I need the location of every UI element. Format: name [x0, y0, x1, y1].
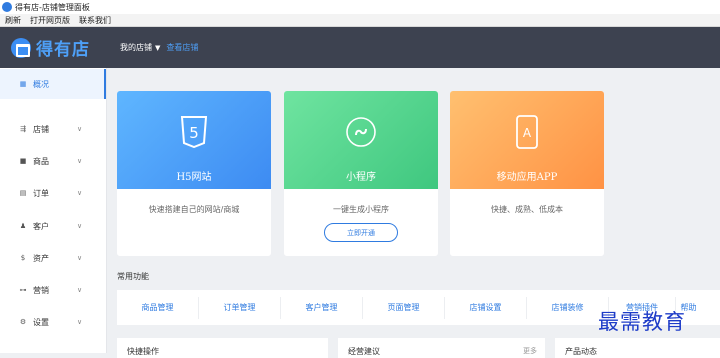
- sidebar-item-marketing[interactable]: ⊶ 营销 ∨: [0, 275, 106, 305]
- sidebar-item-store[interactable]: ⇶ 店铺 ∨: [0, 114, 106, 144]
- sidebar-item-settings[interactable]: ⚙ 设置 ∨: [0, 307, 106, 337]
- user-icon: ♟: [19, 222, 27, 230]
- more-link[interactable]: 更多: [523, 346, 537, 356]
- func-order-management[interactable]: 订单管理: [199, 296, 281, 319]
- mini-program-icon: [344, 115, 378, 149]
- card-title: H5网站: [176, 172, 212, 183]
- card-description: 一键生成小程序: [333, 205, 389, 214]
- open-now-button[interactable]: 立即开通: [324, 223, 398, 242]
- sidebar-item-label: 客户: [33, 221, 49, 231]
- sidebar-item-goods[interactable]: ■ 商品 ∨: [0, 146, 106, 176]
- app-icon: [2, 2, 12, 12]
- func-goods-management[interactable]: 商品管理: [117, 296, 199, 319]
- chevron-down-icon: ∨: [77, 286, 83, 294]
- func-page-management[interactable]: 页面管理: [363, 296, 445, 319]
- suggestions-title: 经营建议: [348, 347, 380, 356]
- suggestions-card: 经营建议 更多: [338, 338, 545, 358]
- sidebar-item-overview[interactable]: ▦ 概况: [0, 69, 106, 99]
- card-title: 移动应用APP: [496, 172, 558, 183]
- svg-text:A: A: [523, 126, 532, 140]
- product-news-title: 产品动态: [565, 347, 597, 356]
- chevron-down-icon: ∨: [77, 157, 83, 165]
- order-icon: ▤: [19, 189, 27, 197]
- sidebar-item-customers[interactable]: ♟ 客户 ∨: [0, 211, 106, 241]
- h5-site-card[interactable]: 5 H5网站 快速搭建自己的网站/商城: [117, 91, 271, 256]
- menu-open-web[interactable]: 打开网页版: [30, 15, 70, 26]
- mobile-app-card[interactable]: A 移动应用APP 快捷、成熟、低成本: [450, 91, 604, 256]
- common-functions-title: 常用功能: [117, 272, 149, 281]
- card-title: 小程序: [346, 172, 376, 183]
- func-store-decoration[interactable]: 店铺装修: [527, 296, 609, 319]
- mobile-app-card-banner: A 移动应用APP: [450, 91, 604, 189]
- chevron-down-icon: ▼: [155, 43, 161, 52]
- sidebar-item-label: 店铺: [33, 124, 49, 134]
- sidebar-item-label: 设置: [33, 317, 49, 327]
- sidebar: ▦ 概况 ⇶ 店铺 ∨ ■ 商品 ∨ ▤ 订单 ∨ ♟ 客户 ∨ $ 资产 ∨ …: [0, 68, 107, 353]
- menu-refresh[interactable]: 刷新: [5, 15, 21, 26]
- shop-selector[interactable]: 我的店铺 ▼: [120, 42, 160, 53]
- logo-text: 得有店: [36, 40, 90, 60]
- mini-program-card[interactable]: 小程序 一键生成小程序 立即开通: [284, 91, 438, 256]
- chevron-down-icon: ∨: [77, 189, 83, 197]
- marketing-icon: ⊶: [19, 286, 27, 294]
- card-description: 快速搭建自己的网站/商城: [148, 205, 240, 214]
- menu-bar: 刷新 打开网页版 联系我们: [0, 14, 720, 27]
- quick-ops-card: 快捷操作: [117, 338, 328, 358]
- card-description: 快捷、成熟、低成本: [491, 205, 563, 214]
- dollar-icon: $: [20, 254, 26, 262]
- watermark: 最需教育: [598, 310, 686, 334]
- view-shop-link[interactable]: 查看店铺: [166, 42, 198, 53]
- chevron-down-icon: ∨: [77, 125, 83, 133]
- settings-icon: ⚙: [19, 318, 27, 326]
- func-store-settings[interactable]: 店铺设置: [445, 296, 527, 319]
- svg-text:5: 5: [189, 124, 199, 142]
- store-logo-icon: [11, 37, 31, 58]
- sidebar-item-label: 商品: [33, 156, 49, 166]
- mobile-phone-icon: A: [510, 115, 544, 149]
- func-customer-management[interactable]: 客户管理: [281, 296, 363, 319]
- window-title: 得有店-店铺管理面板: [15, 2, 90, 12]
- chevron-down-icon: ∨: [77, 222, 83, 230]
- sidebar-item-label: 概况: [33, 79, 49, 89]
- product-news-card: 产品动态: [555, 338, 720, 358]
- mini-program-card-banner: 小程序: [284, 91, 438, 189]
- quick-ops-title: 快捷操作: [127, 347, 159, 356]
- sidebar-item-label: 订单: [33, 188, 49, 198]
- menu-contact[interactable]: 联系我们: [79, 15, 111, 26]
- window-titlebar: 得有店-店铺管理面板: [0, 0, 720, 14]
- chevron-down-icon: ∨: [77, 318, 83, 326]
- shop-selector-label: 我的店铺: [120, 43, 152, 52]
- grid-icon: ▦: [19, 80, 27, 88]
- sidebar-item-assets[interactable]: $ 资产 ∨: [0, 243, 106, 273]
- store-icon: ⇶: [20, 125, 26, 133]
- logo[interactable]: 得有店: [11, 35, 90, 60]
- sidebar-item-orders[interactable]: ▤ 订单 ∨: [0, 178, 106, 208]
- chevron-down-icon: ∨: [77, 254, 83, 262]
- goods-icon: ■: [19, 157, 27, 165]
- h5-card-banner: 5 H5网站: [117, 91, 271, 189]
- top-header: 得有店 我的店铺 ▼ 查看店铺: [0, 27, 720, 68]
- sidebar-item-label: 资产: [33, 253, 49, 263]
- html5-icon: 5: [177, 115, 211, 149]
- sidebar-item-label: 营销: [33, 285, 49, 295]
